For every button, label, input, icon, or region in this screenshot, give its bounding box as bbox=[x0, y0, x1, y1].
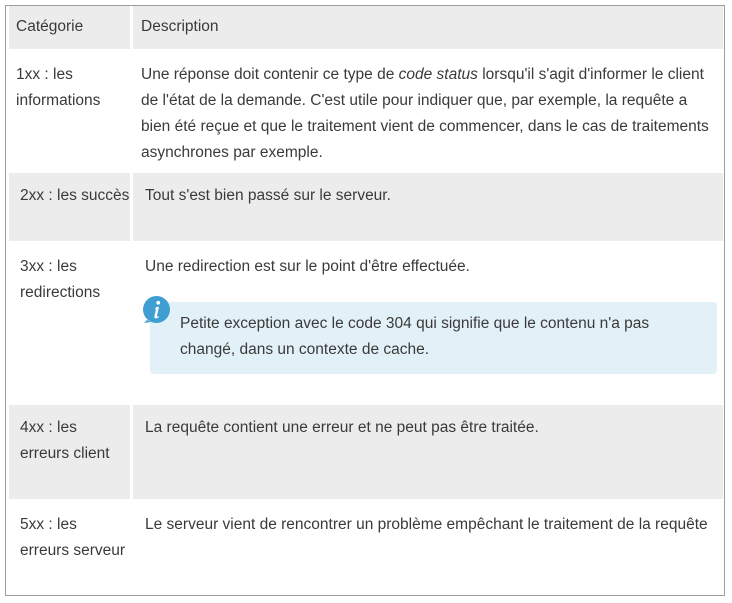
description-cell: Le serveur vient de rencontrer un problè… bbox=[145, 516, 708, 533]
description-cell: Tout s'est bien passé sur le serveur. bbox=[133, 173, 723, 241]
description-text: Une redirection est sur le point d'être … bbox=[145, 258, 470, 275]
table-header-row: Catégorie Description bbox=[9, 6, 723, 49]
table-row: 3xx : les redirections Une redirection e… bbox=[9, 244, 723, 402]
info-note: Petite exception avec le code 304 qui si… bbox=[150, 302, 717, 374]
description-text: Une réponse doit contenir ce type de bbox=[141, 66, 399, 83]
category-cell: 2xx : les succès bbox=[9, 173, 130, 241]
table-row: 2xx : les succès Tout s'est bien passé s… bbox=[9, 173, 723, 241]
description-cell: La requête contient une erreur et ne peu… bbox=[133, 405, 723, 499]
category-cell: 3xx : les redirections bbox=[20, 258, 101, 301]
description-cell: Une redirection est sur le point d'être … bbox=[133, 244, 723, 402]
header-category: Catégorie bbox=[9, 6, 130, 49]
table-row: 4xx : les erreurs client La requête cont… bbox=[9, 405, 723, 499]
category-cell: 1xx : les informations bbox=[16, 66, 101, 109]
table-row: 5xx : les erreurs serveur Le serveur vie… bbox=[9, 502, 723, 594]
description-emphasis: code status bbox=[398, 66, 478, 83]
category-cell: 5xx : les erreurs serveur bbox=[20, 516, 126, 559]
description-cell: Une réponse doit contenir ce type de cod… bbox=[133, 52, 723, 170]
status-code-table: Catégorie Description 1xx : les informat… bbox=[5, 5, 725, 596]
header-description: Description bbox=[133, 6, 723, 49]
category-cell: 4xx : les erreurs client bbox=[9, 405, 130, 499]
table-row: 1xx : les informations Une réponse doit … bbox=[9, 52, 723, 170]
info-icon bbox=[143, 296, 170, 323]
